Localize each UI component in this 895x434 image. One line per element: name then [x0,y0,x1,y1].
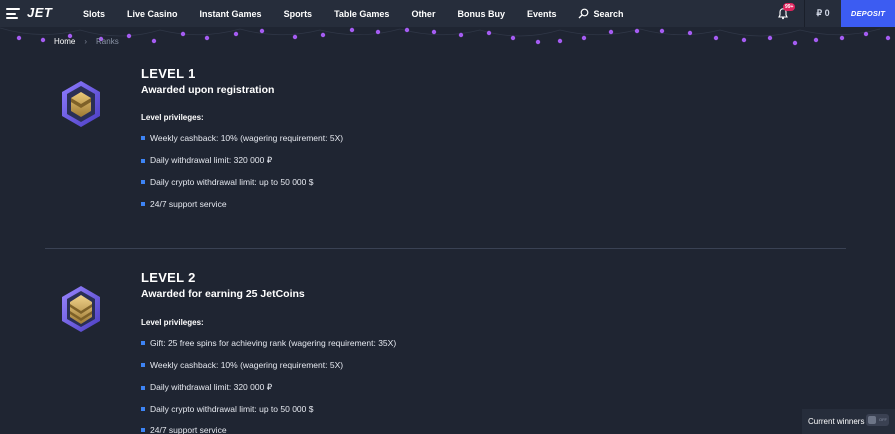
list-item: 24/7 support service [141,199,227,209]
current-winners-label: Current winners [808,417,865,426]
level-1-badge-icon [62,81,100,127]
list-item: Daily withdrawal limit: 320 000 ₽ [141,382,272,393]
level-1-title: LEVEL 1 [141,66,196,81]
main-nav: Slots Live Casino Instant Games Sports T… [83,0,624,27]
nav-live-casino[interactable]: Live Casino [127,9,178,19]
nav-other[interactable]: Other [411,9,435,19]
nav-sports[interactable]: Sports [284,9,313,19]
current-winners-toggle[interactable]: OFF [866,414,889,426]
bullet-icon [141,363,145,367]
balance-display[interactable]: ₽ 0 [805,0,841,27]
level-2-privileges-label: Level privileges: [141,318,204,327]
search-icon [579,8,589,19]
menu-icon[interactable] [6,8,20,19]
bullet-icon [141,428,145,432]
breadcrumb: Home › Ranks [54,37,119,46]
level-1-privileges-label: Level privileges: [141,113,204,122]
bullet-icon [141,385,145,390]
notifications-button[interactable]: 99+ [776,3,796,20]
section-divider [45,248,846,249]
garland-decoration [0,27,891,46]
search-button[interactable]: Search [578,8,624,19]
nav-table-games[interactable]: Table Games [334,9,389,19]
list-item: Daily crypto withdrawal limit: up to 50 … [141,404,313,414]
search-label: Search [593,8,624,19]
breadcrumb-current: Ranks [96,37,119,46]
deposit-button[interactable]: DEPOSIT [841,0,895,27]
list-item: 24/7 support service [141,425,227,434]
level-2-badge-icon [62,286,100,332]
bullet-icon [141,180,145,184]
list-item: Daily crypto withdrawal limit: up to 50 … [141,177,313,187]
logo[interactable]: JET [27,5,52,20]
level-1-subtitle: Awarded upon registration [141,84,275,96]
breadcrumb-home[interactable]: Home [54,37,75,46]
nav-bonus-buy[interactable]: Bonus Buy [457,9,505,19]
list-item: Weekly cashback: 10% (wagering requireme… [141,133,343,143]
bullet-icon [141,202,145,206]
nav-slots[interactable]: Slots [83,9,105,19]
bullet-icon [141,158,145,163]
nav-instant-games[interactable]: Instant Games [200,9,262,19]
bullet-icon [141,407,145,411]
chevron-right-icon: › [84,37,88,46]
list-item: Gift: 25 free spins for achieving rank (… [141,338,396,348]
nav-events[interactable]: Events [527,9,557,19]
top-header: JET Slots Live Casino Instant Games Spor… [0,0,895,27]
bullet-icon [141,136,145,140]
notification-badge: 99+ [783,3,796,11]
level-2-title: LEVEL 2 [141,270,196,285]
toggle-state-label: OFF [879,417,887,422]
level-2-subtitle: Awarded for earning 25 JetCoins [141,288,305,300]
bullet-icon [141,341,145,345]
toggle-knob [868,416,876,424]
list-item: Weekly cashback: 10% (wagering requireme… [141,360,343,370]
list-item: Daily withdrawal limit: 320 000 ₽ [141,155,272,166]
